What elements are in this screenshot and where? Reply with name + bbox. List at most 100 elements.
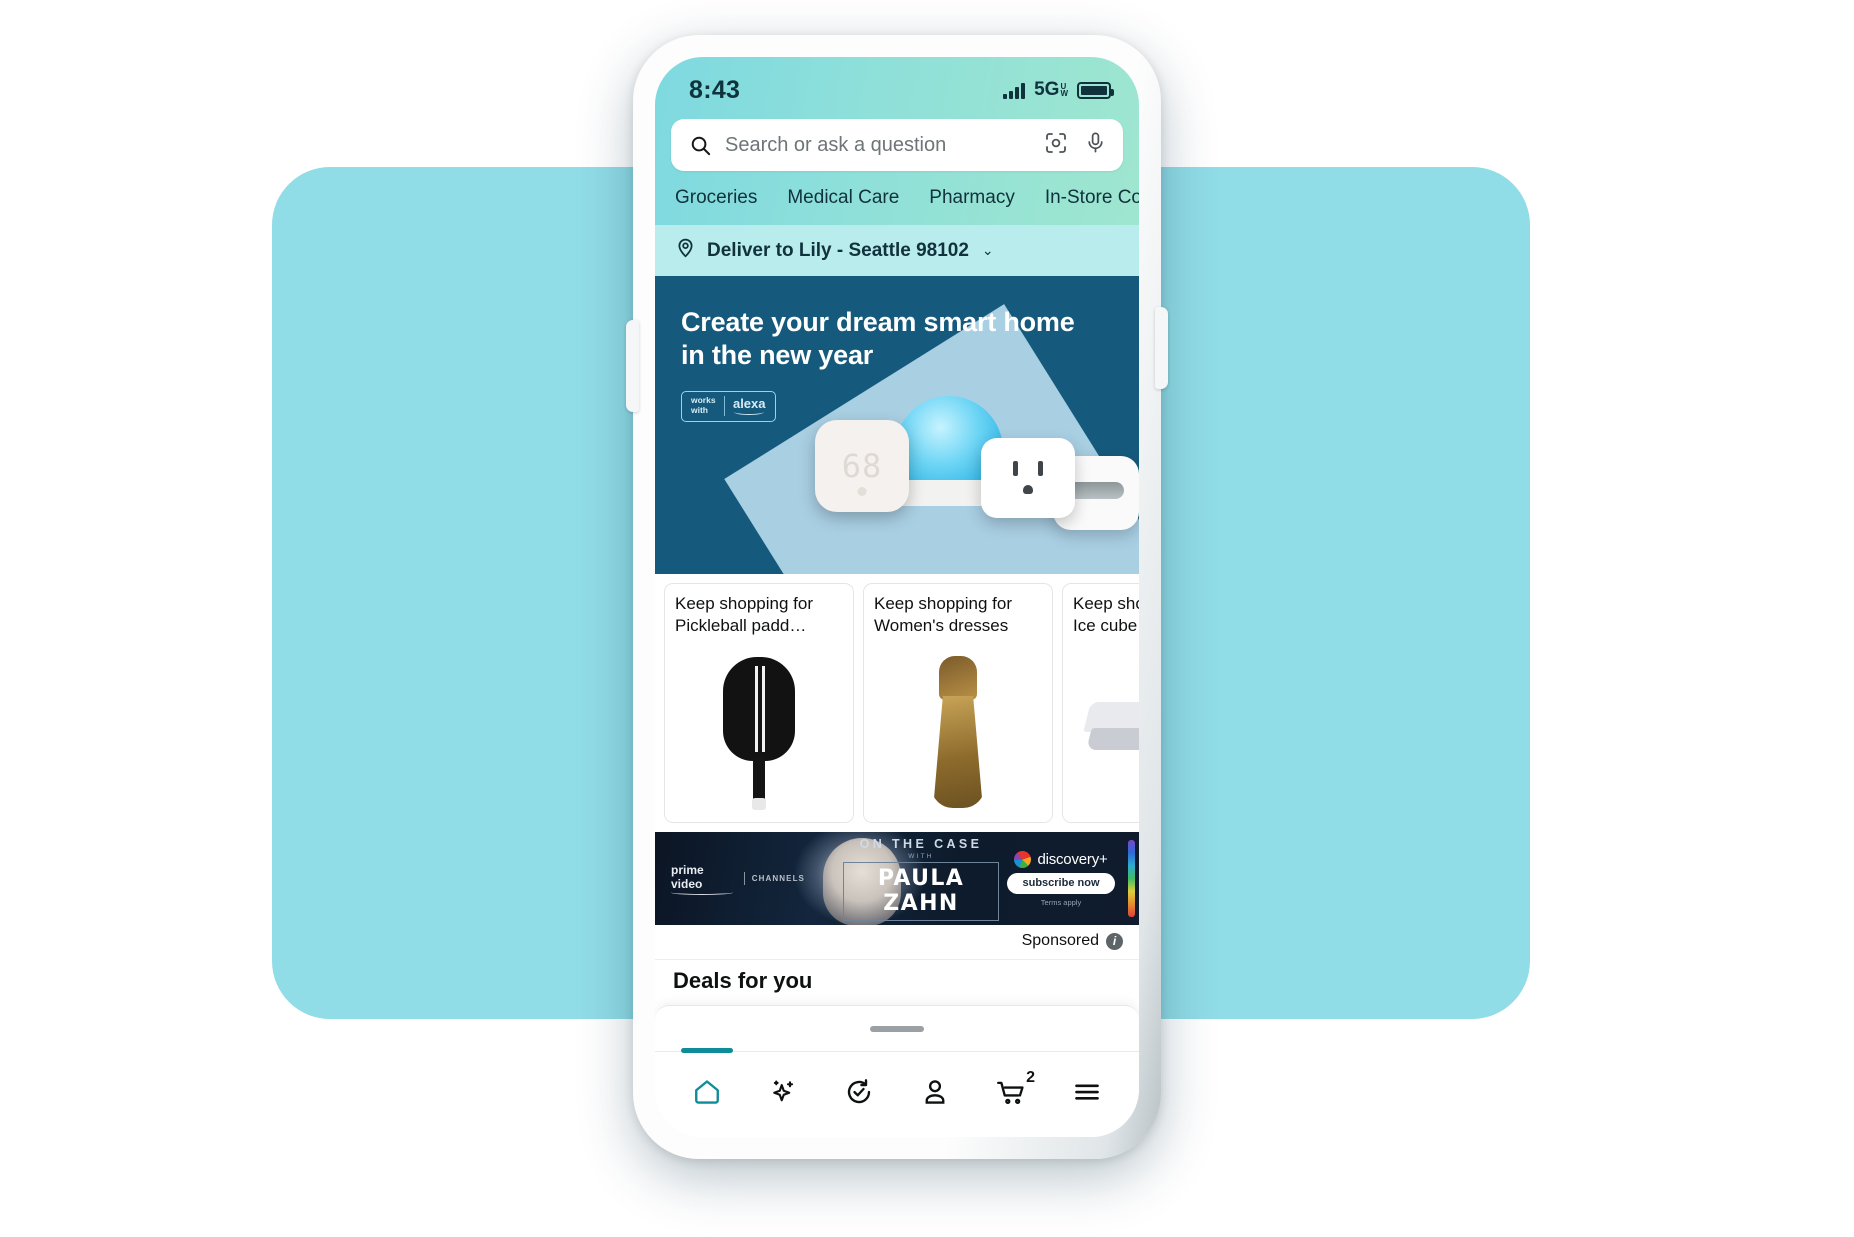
ad-brand-cta-block: discovery+ subscribe now Terms apply: [999, 850, 1139, 907]
screenshot-stage: 8:43 5G U W Search or ask a question Gro…: [0, 0, 1854, 1237]
plug-socket-icon: [1007, 461, 1049, 495]
ad-show-kicker: ON THE CASE: [859, 836, 983, 851]
discovery-globe-icon: [1014, 850, 1032, 868]
status-bar: 8:43 5G U W: [655, 57, 1139, 113]
product-card-image: [665, 642, 853, 822]
product-card[interactable]: Keep shoppin Ice cube mold: [1062, 583, 1139, 823]
network-type-label: 5G U W: [1034, 79, 1068, 101]
battery-full-icon: [1077, 81, 1114, 99]
content-scroll-area[interactable]: Create your dream smart home in the new …: [655, 276, 1139, 1051]
channels-label: CHANNELS: [751, 874, 805, 883]
phone-screen: 8:43 5G U W Search or ask a question Gro…: [655, 57, 1139, 1137]
sponsored-ad-section[interactable]: prime video CHANNELS ON THE CASE WITH PA…: [655, 832, 1139, 959]
product-card-title: Keep shopping for Women's dresses: [864, 584, 1052, 642]
bottom-sheet-handle-area[interactable]: [655, 1005, 1139, 1051]
ad-terms-text: Terms apply: [1040, 897, 1082, 907]
microphone-icon[interactable]: [1084, 131, 1107, 159]
product-card[interactable]: Keep shopping for Pickleball padd…: [664, 583, 854, 823]
chevron-down-icon[interactable]: ⌄: [982, 242, 994, 259]
search-section: Search or ask a question: [655, 113, 1139, 185]
category-medical-care[interactable]: Medical Care: [787, 187, 899, 209]
category-groceries[interactable]: Groceries: [675, 187, 757, 209]
logo-divider: [743, 872, 745, 885]
search-input[interactable]: Search or ask a question: [725, 134, 1044, 157]
search-bar[interactable]: Search or ask a question: [671, 119, 1123, 171]
status-indicators: 5G U W: [1003, 79, 1114, 101]
status-time: 8:43: [689, 75, 741, 104]
category-nav-row[interactable]: Groceries Medical Care Pharmacy In-Store…: [655, 185, 1139, 225]
sparkle-ai-icon[interactable]: [768, 1077, 798, 1112]
smart-thermostat-image: 68: [815, 420, 909, 512]
hero-banner[interactable]: Create your dream smart home in the new …: [655, 276, 1139, 574]
nav-item-cart[interactable]: 2: [983, 1067, 1039, 1123]
sponsored-label-row[interactable]: Sponsored i: [655, 925, 1139, 959]
pickleball-paddle-image: [723, 657, 795, 810]
location-pin-icon: [675, 237, 696, 264]
product-card-title: Keep shopping for Pickleball padd…: [665, 584, 853, 642]
card-title-line1: Keep shopping for: [675, 594, 813, 613]
badge-with: with: [691, 404, 708, 415]
card-title-line1: Keep shoppin: [1073, 594, 1139, 613]
phone-power-button[interactable]: [1155, 307, 1168, 389]
person-icon[interactable]: [920, 1077, 950, 1112]
thermostat-temperature: 68: [841, 447, 883, 485]
cart-item-count-badge: 2: [1026, 1068, 1035, 1086]
delivery-address-text: Deliver to Lily - Seattle 98102: [707, 239, 969, 261]
product-card[interactable]: Keep shopping for Women's dresses: [863, 583, 1053, 823]
card-title-line2: Pickleball padd…: [675, 615, 807, 635]
category-pharmacy[interactable]: Pharmacy: [929, 187, 1015, 209]
nav-item-home[interactable]: [679, 1047, 735, 1123]
sponsored-ad-banner[interactable]: prime video CHANNELS ON THE CASE WITH PA…: [655, 832, 1139, 925]
next-section-heading: Deals for you: [673, 968, 813, 993]
bottom-navigation-bar[interactable]: 2: [655, 1047, 1139, 1137]
product-card-title: Keep shoppin Ice cube mold: [1063, 584, 1139, 642]
product-card-image: [864, 642, 1052, 822]
discovery-plus-logo: discovery+: [999, 850, 1123, 868]
nav-item-rufus[interactable]: [755, 1067, 811, 1123]
nav-item-buy-again[interactable]: [831, 1067, 887, 1123]
camera-lens-scan-icon[interactable]: [1044, 131, 1068, 160]
ad-title-block: ON THE CASE WITH PAULA ZAHN: [843, 837, 999, 921]
network-uw-bottom: W: [1060, 89, 1068, 98]
ad-talent-name: PAULA ZAHN: [877, 865, 965, 916]
prime-video-channels-logo: prime video CHANNELS: [655, 863, 805, 895]
card-title-line1: Keep shopping for: [874, 594, 1012, 613]
prime-video-wordmark: prime video: [671, 863, 737, 895]
smart-plug-image: [981, 438, 1075, 518]
hamburger-menu-icon[interactable]: [1072, 1077, 1102, 1112]
badge-divider: [723, 395, 725, 416]
category-in-store-coupons[interactable]: In-Store Cou: [1045, 187, 1139, 209]
search-action-icons: [1044, 131, 1107, 160]
badge-alexa-wordmark: alexa: [733, 396, 766, 416]
network-label-text: 5G: [1034, 79, 1060, 100]
nav-item-account[interactable]: [907, 1067, 963, 1123]
network-uw-suffix: U W: [1060, 82, 1068, 98]
ice-cube-tray-image: [1083, 702, 1139, 762]
product-card-image: [1063, 642, 1139, 822]
nav-item-menu[interactable]: [1059, 1067, 1115, 1123]
hero-text-block: Create your dream smart home in the new …: [655, 276, 1139, 422]
active-tab-indicator: [681, 1047, 733, 1053]
sheet-grabber-handle[interactable]: [870, 1025, 924, 1032]
ad-talent-name-box: PAULA ZAHN: [843, 861, 999, 921]
signal-bars-icon: [1003, 82, 1026, 99]
info-icon[interactable]: i: [1106, 932, 1123, 950]
hero-title: Create your dream smart home in the new …: [681, 306, 1139, 372]
works-with-alexa-badge: works with alexa: [681, 390, 776, 422]
search-icon: [689, 134, 712, 157]
home-icon[interactable]: [692, 1077, 722, 1112]
sponsored-label: Sponsored: [1021, 932, 1099, 949]
gold-dress-image: [925, 656, 991, 808]
keep-shopping-card-strip[interactable]: Keep shopping for Pickleball padd… Keep …: [655, 574, 1139, 832]
subscribe-now-button[interactable]: subscribe now: [1007, 872, 1115, 894]
hero-title-line1: Create your dream smart home: [681, 307, 1075, 337]
phone-volume-button[interactable]: [626, 320, 639, 412]
refresh-check-icon[interactable]: [844, 1077, 874, 1112]
discovery-plus-wordmark: discovery+: [1037, 850, 1108, 868]
card-title-line2: Women's dresses: [874, 615, 1009, 635]
badge-works-with-text: works with: [691, 396, 716, 415]
hero-title-line2: in the new year: [681, 339, 874, 370]
badge-works: works: [691, 395, 716, 406]
shopping-cart-icon[interactable]: [995, 1077, 1027, 1112]
delivery-address-bar[interactable]: Deliver to Lily - Seattle 98102 ⌄: [655, 225, 1139, 276]
